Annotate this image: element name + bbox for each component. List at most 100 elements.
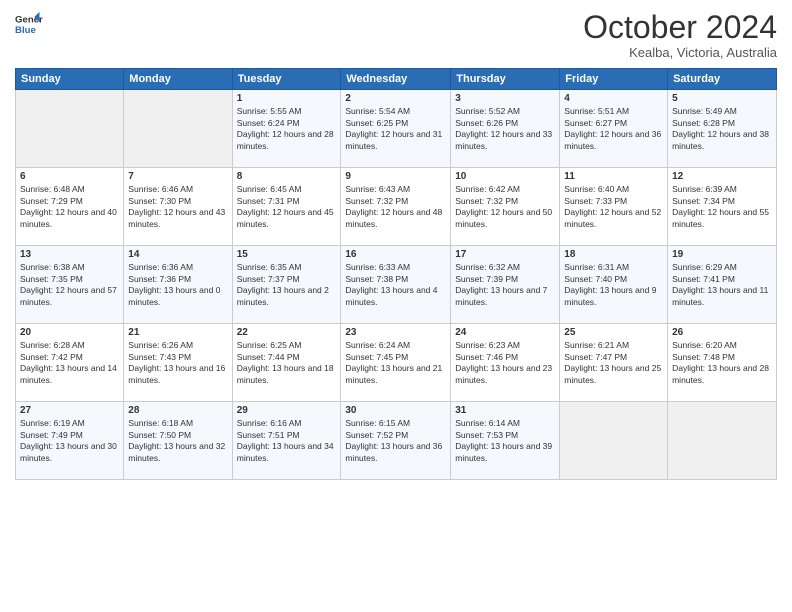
calendar-cell: 1Sunrise: 5:55 AMSunset: 6:24 PMDaylight…: [232, 90, 341, 168]
day-number: 12: [672, 171, 772, 182]
calendar-cell: 4 Sunrise: 5:51 AMSunset: 6:27 PMDaylight…: [560, 90, 668, 168]
day-info: Sunrise: 6:16 AMSunset: 7:51 PMDaylight:…: [237, 418, 337, 464]
calendar-cell: 27 Sunrise: 6:19 AMSunset: 7:49 PMDayligh…: [16, 402, 124, 480]
calendar-cell: 10 Sunrise: 6:42 AMSunset: 7:32 PMDayligh…: [451, 168, 560, 246]
day-number: 13: [20, 249, 119, 260]
day-number: 25: [564, 327, 663, 338]
weekday-header-saturday: Saturday: [668, 69, 777, 90]
calendar-cell: 3 Sunrise: 5:52 AMSunset: 6:26 PMDaylight…: [451, 90, 560, 168]
day-number: 30: [345, 405, 446, 416]
day-info: Sunrise: 6:46 AMSunset: 7:30 PMDaylight:…: [128, 184, 227, 230]
day-number: 28: [128, 405, 227, 416]
day-number: 9: [345, 171, 446, 182]
day-number: 24: [455, 327, 555, 338]
day-info: Sunrise: 6:31 AMSunset: 7:40 PMDaylight:…: [564, 262, 663, 308]
calendar-cell: 26 Sunrise: 6:20 AMSunset: 7:48 PMDayligh…: [668, 324, 777, 402]
day-number: 26: [672, 327, 772, 338]
day-number: 29: [237, 405, 337, 416]
day-number: 3: [455, 93, 555, 104]
day-info: Sunrise: 6:32 AMSunset: 7:39 PMDaylight:…: [455, 262, 555, 308]
day-info: Sunrise: 5:55 AMSunset: 6:24 PMDaylight:…: [237, 106, 337, 152]
day-info: Sunrise: 6:45 AMSunset: 7:31 PMDaylight:…: [237, 184, 337, 230]
weekday-header-row: SundayMondayTuesdayWednesdayThursdayFrid…: [16, 69, 777, 90]
day-info: Sunrise: 5:52 AMSunset: 6:26 PMDaylight:…: [455, 106, 555, 152]
day-info: Sunrise: 6:21 AMSunset: 7:47 PMDaylight:…: [564, 340, 663, 386]
day-info: Sunrise: 6:33 AMSunset: 7:38 PMDaylight:…: [345, 262, 446, 308]
calendar-cell: 8 Sunrise: 6:45 AMSunset: 7:31 PMDaylight…: [232, 168, 341, 246]
day-number: 4: [564, 93, 663, 104]
weekday-header-wednesday: Wednesday: [341, 69, 451, 90]
day-number: 14: [128, 249, 227, 260]
calendar-cell: 22 Sunrise: 6:25 AMSunset: 7:44 PMDayligh…: [232, 324, 341, 402]
calendar-cell: [16, 90, 124, 168]
calendar-cell: 15 Sunrise: 6:35 AMSunset: 7:37 PMDayligh…: [232, 246, 341, 324]
calendar-cell: 12 Sunrise: 6:39 AMSunset: 7:34 PMDayligh…: [668, 168, 777, 246]
day-info: Sunrise: 6:26 AMSunset: 7:43 PMDaylight:…: [128, 340, 227, 386]
day-info: Sunrise: 6:43 AMSunset: 7:32 PMDaylight:…: [345, 184, 446, 230]
weekday-header-thursday: Thursday: [451, 69, 560, 90]
title-block: October 2024 Kealba, Victoria, Australia: [583, 10, 777, 60]
day-number: 19: [672, 249, 772, 260]
day-number: 6: [20, 171, 119, 182]
calendar-cell: 7 Sunrise: 6:46 AMSunset: 7:30 PMDaylight…: [124, 168, 232, 246]
day-number: 10: [455, 171, 555, 182]
calendar-cell: 31Sunrise: 6:14 AMSunset: 7:53 PMDayligh…: [451, 402, 560, 480]
day-number: 16: [345, 249, 446, 260]
day-number: 18: [564, 249, 663, 260]
calendar-cell: [124, 90, 232, 168]
day-number: 20: [20, 327, 119, 338]
day-number: 23: [345, 327, 446, 338]
calendar-cell: [668, 402, 777, 480]
calendar-cell: 25 Sunrise: 6:21 AMSunset: 7:47 PMDayligh…: [560, 324, 668, 402]
day-info: Sunrise: 6:48 AMSunset: 7:29 PMDaylight:…: [20, 184, 119, 230]
calendar-cell: 6 Sunrise: 6:48 AMSunset: 7:29 PMDaylight…: [16, 168, 124, 246]
day-info: Sunrise: 6:42 AMSunset: 7:32 PMDaylight:…: [455, 184, 555, 230]
calendar-cell: 19 Sunrise: 6:29 AMSunset: 7:41 PMDayligh…: [668, 246, 777, 324]
day-number: 8: [237, 171, 337, 182]
day-info: Sunrise: 5:49 AMSunset: 6:28 PMDaylight:…: [672, 106, 772, 152]
day-info: Sunrise: 6:36 AMSunset: 7:36 PMDaylight:…: [128, 262, 227, 308]
calendar-cell: 29 Sunrise: 6:16 AMSunset: 7:51 PMDayligh…: [232, 402, 341, 480]
calendar-cell: 11Sunrise: 6:40 AMSunset: 7:33 PMDayligh…: [560, 168, 668, 246]
day-number: 2: [345, 93, 446, 104]
page-header: General Blue October 2024 Kealba, Victor…: [15, 10, 777, 60]
svg-text:Blue: Blue: [15, 25, 36, 36]
day-info: Sunrise: 5:54 AMSunset: 6:25 PMDaylight:…: [345, 106, 446, 152]
day-number: 22: [237, 327, 337, 338]
calendar-table: SundayMondayTuesdayWednesdayThursdayFrid…: [15, 68, 777, 480]
calendar-week-4: 20 Sunrise: 6:28 AMSunset: 7:42 PMDayligh…: [16, 324, 777, 402]
day-info: Sunrise: 6:35 AMSunset: 7:37 PMDaylight:…: [237, 262, 337, 308]
day-info: Sunrise: 6:39 AMSunset: 7:34 PMDaylight:…: [672, 184, 772, 230]
calendar-week-3: 13 Sunrise: 6:38 AMSunset: 7:35 PMDayligh…: [16, 246, 777, 324]
day-number: 15: [237, 249, 337, 260]
calendar-cell: 16 Sunrise: 6:33 AMSunset: 7:38 PMDayligh…: [341, 246, 451, 324]
weekday-header-sunday: Sunday: [16, 69, 124, 90]
calendar-cell: 13 Sunrise: 6:38 AMSunset: 7:35 PMDayligh…: [16, 246, 124, 324]
month-title: October 2024: [583, 10, 777, 45]
calendar-cell: 30 Sunrise: 6:15 AMSunset: 7:52 PMDayligh…: [341, 402, 451, 480]
day-info: Sunrise: 6:19 AMSunset: 7:49 PMDaylight:…: [20, 418, 119, 464]
day-info: Sunrise: 6:28 AMSunset: 7:42 PMDaylight:…: [20, 340, 119, 386]
day-info: Sunrise: 5:51 AMSunset: 6:27 PMDaylight:…: [564, 106, 663, 152]
calendar-cell: 14 Sunrise: 6:36 AMSunset: 7:36 PMDayligh…: [124, 246, 232, 324]
day-number: 5: [672, 93, 772, 104]
logo: General Blue: [15, 10, 43, 38]
day-info: Sunrise: 6:25 AMSunset: 7:44 PMDaylight:…: [237, 340, 337, 386]
weekday-header-monday: Monday: [124, 69, 232, 90]
day-info: Sunrise: 6:24 AMSunset: 7:45 PMDaylight:…: [345, 340, 446, 386]
calendar-cell: 23 Sunrise: 6:24 AMSunset: 7:45 PMDayligh…: [341, 324, 451, 402]
day-number: 31: [455, 405, 555, 416]
day-info: Sunrise: 6:15 AMSunset: 7:52 PMDaylight:…: [345, 418, 446, 464]
day-info: Sunrise: 6:20 AMSunset: 7:48 PMDaylight:…: [672, 340, 772, 386]
calendar-cell: 28Sunrise: 6:18 AMSunset: 7:50 PMDayligh…: [124, 402, 232, 480]
day-info: Sunrise: 6:29 AMSunset: 7:41 PMDaylight:…: [672, 262, 772, 308]
calendar-cell: 9 Sunrise: 6:43 AMSunset: 7:32 PMDaylight…: [341, 168, 451, 246]
weekday-header-tuesday: Tuesday: [232, 69, 341, 90]
day-number: 27: [20, 405, 119, 416]
calendar-week-2: 6 Sunrise: 6:48 AMSunset: 7:29 PMDaylight…: [16, 168, 777, 246]
day-number: 17: [455, 249, 555, 260]
day-number: 7: [128, 171, 227, 182]
day-number: 11: [564, 171, 663, 182]
day-info: Sunrise: 6:38 AMSunset: 7:35 PMDaylight:…: [20, 262, 119, 308]
calendar-cell: 18 Sunrise: 6:31 AMSunset: 7:40 PMDayligh…: [560, 246, 668, 324]
